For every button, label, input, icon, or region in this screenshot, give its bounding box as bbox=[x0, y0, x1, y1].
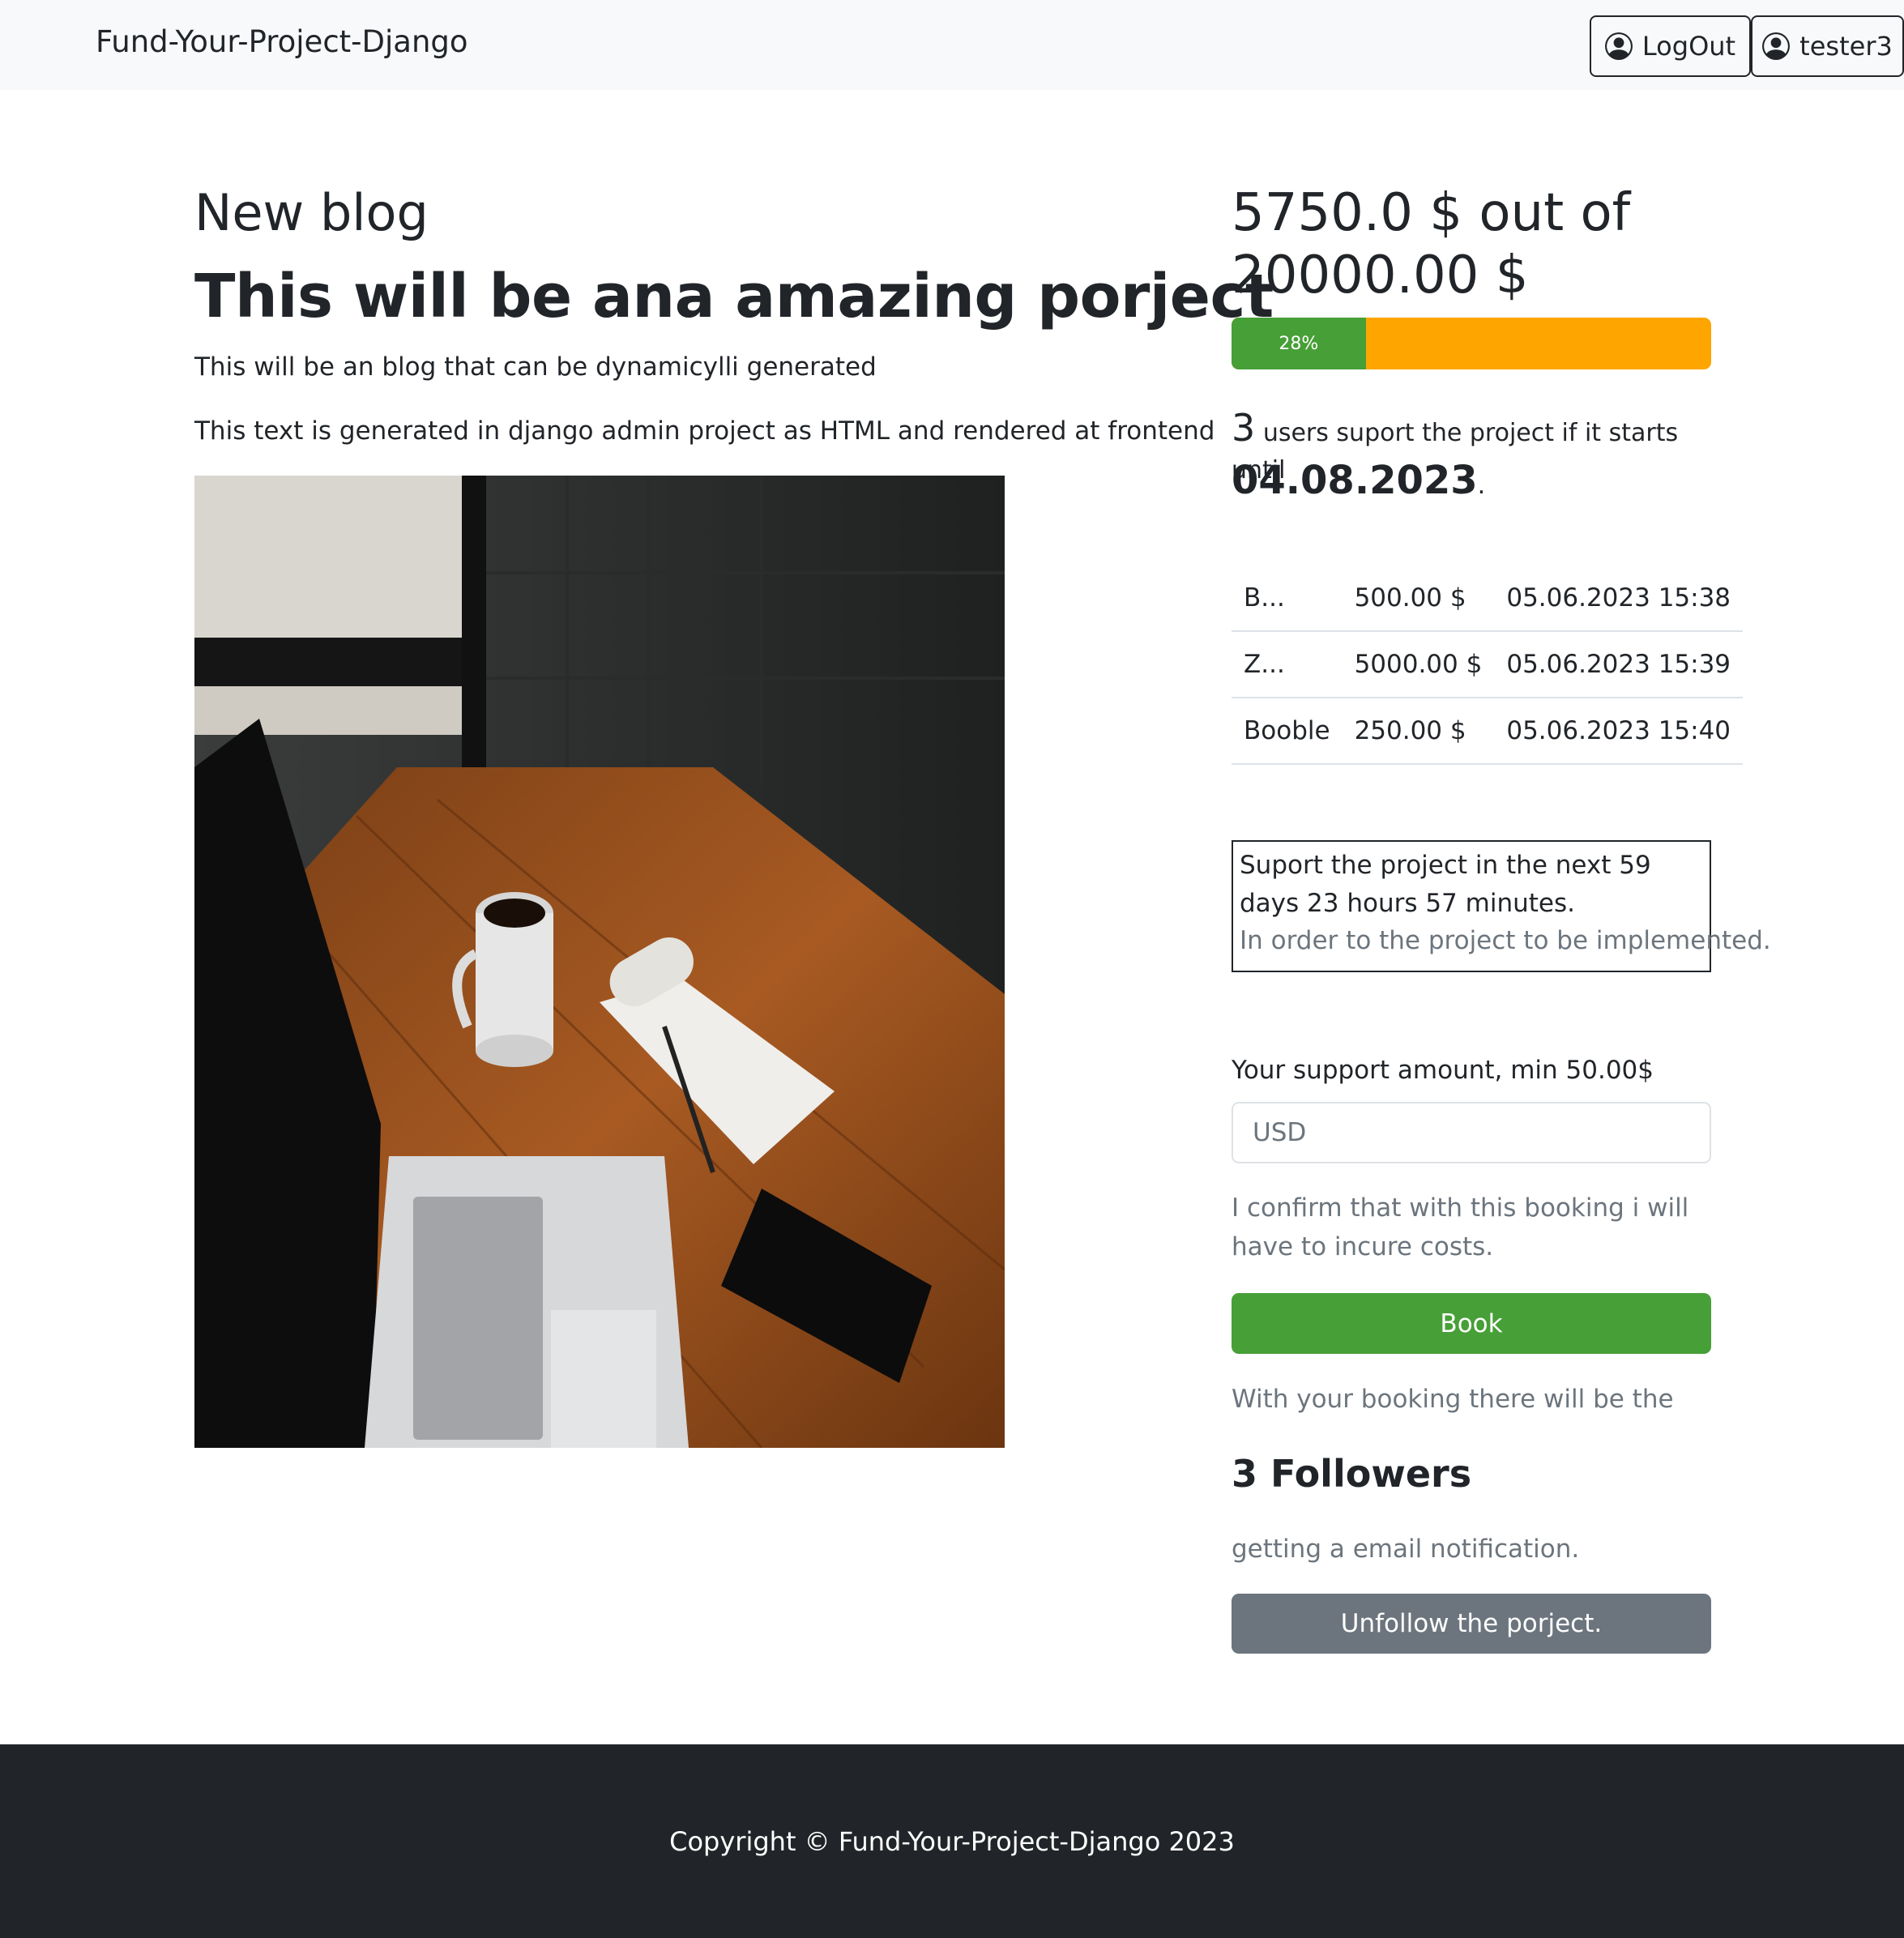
bookings-table: B... 500.00 $05.06.2023 15:38 Z... 5000.00 … bbox=[1232, 565, 1744, 765]
booking-name: B... bbox=[1232, 565, 1343, 632]
footer: Copyright © Fund-Your-Project-Django 202… bbox=[0, 1744, 1904, 1938]
booking-date: 05.06.2023 15:39 bbox=[1494, 631, 1744, 698]
followers-pre-text: With your booking there will be the bbox=[1232, 1385, 1674, 1414]
countdown-text: Suport the project in the next 59 days 2… bbox=[1240, 851, 1651, 918]
blog-body: This text is generated in django admin p… bbox=[194, 416, 1215, 446]
countdown-note: In order to the project to be implemente… bbox=[1240, 926, 1771, 955]
booking-amount: 250.00 $ bbox=[1342, 698, 1495, 765]
funding-progress-fill: 28% bbox=[1232, 318, 1366, 369]
booking-date: 05.06.2023 15:40 bbox=[1494, 698, 1744, 765]
booking-row: Z... 5000.00 $05.06.2023 15:39 bbox=[1232, 631, 1744, 698]
desk-laptop-coffee-image bbox=[194, 476, 1005, 1448]
username-label: tester3 bbox=[1799, 31, 1893, 62]
supporters-count: 3 bbox=[1232, 406, 1256, 450]
funding-raised-heading: 5750.0 $ out of 20000.00 $ bbox=[1232, 183, 1631, 305]
blog-title: This will be ana amazing porject bbox=[194, 262, 1274, 331]
unfollow-button[interactable]: Unfollow the porject. bbox=[1232, 1594, 1711, 1654]
deadline-suffix: . bbox=[1477, 472, 1486, 500]
followers-count: 3 Followers bbox=[1232, 1452, 1472, 1496]
support-amount-label: Your support amount, min 50.00$ bbox=[1232, 1056, 1654, 1085]
footer-copyright: Copyright © Fund-Your-Project-Django 202… bbox=[669, 1825, 1235, 1857]
navbar: Fund-Your-Project-Django LogOut tester3 bbox=[0, 0, 1904, 90]
person-circle-icon bbox=[1604, 32, 1633, 60]
user-profile-button[interactable]: tester3 bbox=[1751, 15, 1904, 77]
funding-progress-bar: 28% bbox=[1232, 318, 1711, 369]
logout-label: LogOut bbox=[1641, 31, 1736, 62]
booking-row: Booble 250.00 $05.06.2023 15:40 bbox=[1232, 698, 1744, 765]
booking-confirm-text: I confirm that with this booking i will … bbox=[1232, 1193, 1689, 1262]
blog-subtitle: This will be an blog that can be dynamic… bbox=[194, 352, 877, 382]
countdown-box: Suport the project in the next 59 days 2… bbox=[1232, 840, 1771, 972]
followers-post-text: getting a email notification. bbox=[1232, 1535, 1580, 1564]
booking-date: 05.06.2023 15:38 bbox=[1494, 565, 1744, 632]
booking-amount: 500.00 $ bbox=[1342, 565, 1495, 632]
booking-amount: 5000.00 $ bbox=[1342, 631, 1495, 698]
support-amount-input[interactable] bbox=[1232, 1102, 1711, 1163]
book-button[interactable]: Book bbox=[1232, 1293, 1711, 1354]
booking-name: Z... bbox=[1232, 631, 1343, 698]
brand-link[interactable]: Fund-Your-Project-Django bbox=[96, 24, 468, 60]
deadline-date: 04.08.2023 bbox=[1232, 458, 1478, 503]
funding-deadline: 04.08.2023. bbox=[1232, 458, 1485, 505]
blog-category: New blog bbox=[194, 183, 429, 242]
blog-image bbox=[194, 476, 1005, 1448]
person-circle-icon bbox=[1762, 32, 1791, 60]
logout-button[interactable]: LogOut bbox=[1590, 15, 1751, 77]
booking-row: B... 500.00 $05.06.2023 15:38 bbox=[1232, 565, 1744, 632]
booking-name: Booble bbox=[1232, 698, 1343, 765]
